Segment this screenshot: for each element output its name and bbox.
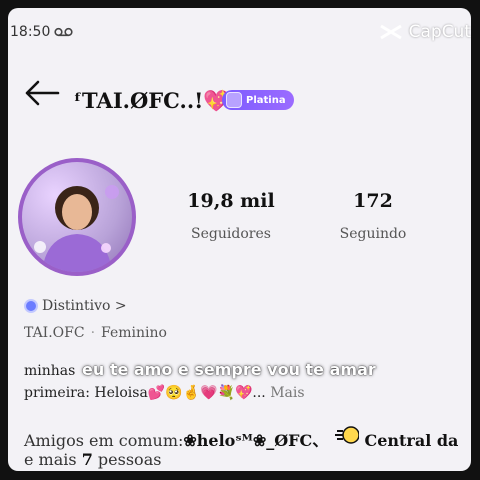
- capcut-label: CapCut: [408, 22, 471, 42]
- following-stat[interactable]: 172 Seguindo: [318, 190, 428, 242]
- distintivo-icon: [24, 299, 38, 313]
- avatar-photo: [34, 185, 119, 272]
- following-count: 172: [353, 190, 393, 212]
- profile-screen: 18:50 CapCut ᶠTAI.ØFC..!💖 Platina 19,8 m…: [8, 8, 471, 471]
- back-arrow-icon[interactable]: [22, 78, 62, 108]
- mutual-friend-1[interactable]: ❀heloˢᴹ❀_ØFC、: [183, 431, 328, 450]
- status-time: 18:50: [10, 24, 51, 40]
- mutual-more-count: 7: [81, 450, 93, 469]
- profile-username: ᶠTAI.ØFC..!💖: [74, 88, 230, 113]
- meta-separator: ·: [90, 325, 96, 341]
- distintivo-label: Distintivo >: [42, 298, 127, 314]
- profile-meta: TAI.OFC · Feminino: [24, 325, 167, 341]
- followers-stat[interactable]: 19,8 mil Seguidores: [176, 190, 286, 242]
- voicemail-icon: [54, 27, 73, 37]
- mutual-more[interactable]: e mais 7 pessoas: [24, 450, 161, 469]
- profile-handle: TAI.OFC: [24, 325, 85, 341]
- friend-avatar-icon: [333, 426, 364, 450]
- followers-label: Seguidores: [191, 226, 271, 242]
- mutual-more-suffix: pessoas: [97, 450, 162, 469]
- mutual-friends[interactable]: Amigos em comum:❀heloˢᴹ❀_ØFC、 Central da: [24, 424, 458, 451]
- capcut-watermark: CapCut: [379, 22, 471, 42]
- profile-gender: Feminino: [101, 325, 167, 341]
- bio-more-link[interactable]: Mais: [270, 385, 304, 401]
- capcut-logo-icon: [379, 24, 402, 40]
- avatar[interactable]: [18, 158, 136, 276]
- badge-icon: [226, 92, 242, 108]
- following-label: Seguindo: [339, 226, 407, 242]
- mutual-friend-2[interactable]: Central da: [364, 431, 458, 450]
- video-caption: eu te amo e sempre vou te amar: [82, 360, 376, 379]
- mutual-more-prefix: e mais: [24, 450, 77, 469]
- bio-line-2: primeira: Heloisa💕🥺🤞💗💐💖...: [24, 385, 266, 401]
- mutual-prefix: Amigos em comum:: [24, 431, 184, 450]
- followers-count: 19,8 mil: [187, 190, 275, 212]
- badge-label: Platina: [246, 94, 286, 106]
- level-badge[interactable]: Platina: [222, 90, 294, 110]
- distintivo-link[interactable]: Distintivo >: [24, 298, 127, 314]
